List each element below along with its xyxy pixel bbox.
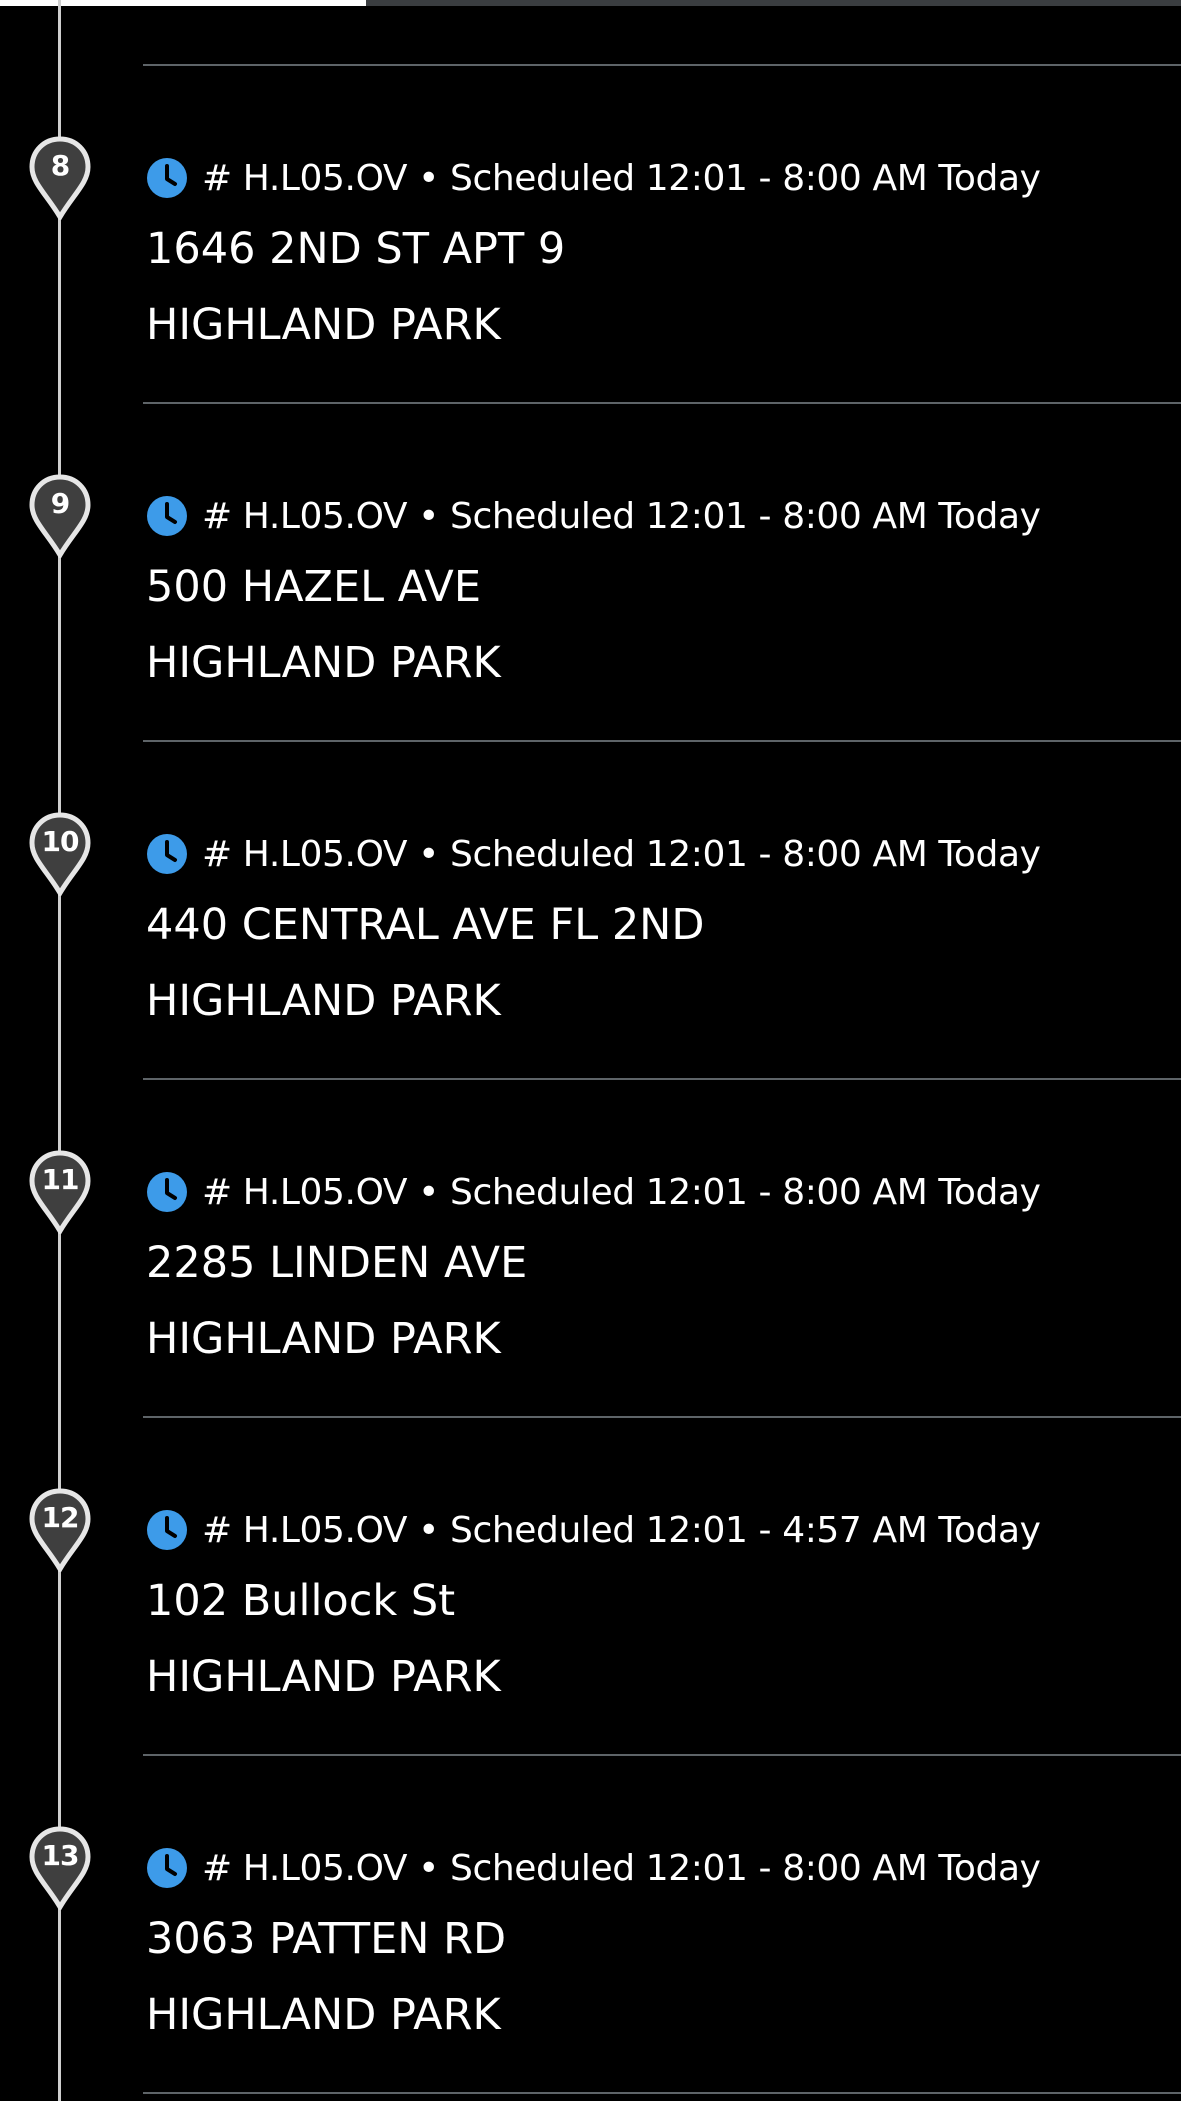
- stop-schedule-text: # H.L05.OV • Scheduled 12:01 - 8:00 AM T…: [202, 495, 1041, 537]
- list-divider: [143, 2092, 1181, 2094]
- stop-address-city: HIGHLAND PARK: [146, 1990, 501, 2040]
- stop-schedule-text: # H.L05.OV • Scheduled 12:01 - 8:00 AM T…: [202, 1847, 1041, 1889]
- stop-item[interactable]: 11 # H.L05.OV • Scheduled 12:01 - 8:00 A…: [0, 1014, 1181, 1418]
- stop-schedule-text: # H.L05.OV • Scheduled 12:01 - 8:00 AM T…: [202, 1171, 1041, 1213]
- stop-number-pin-icon: 8: [27, 136, 93, 220]
- clock-icon: [146, 1171, 188, 1213]
- stop-number: 10: [41, 825, 80, 858]
- stop-number-pin-icon: 13: [27, 1826, 93, 1910]
- clock-icon: [146, 833, 188, 875]
- clock-icon: [146, 1509, 188, 1551]
- stop-number-pin-icon: 11: [27, 1150, 93, 1234]
- stop-number-pin-icon: 9: [27, 474, 93, 558]
- stop-item[interactable]: 12 # H.L05.OV • Scheduled 12:01 - 4:57 A…: [0, 1352, 1181, 1756]
- stop-address-line1: 102 Bullock St: [146, 1576, 456, 1626]
- stop-schedule-row: # H.L05.OV • Scheduled 12:01 - 4:57 AM T…: [146, 1505, 1041, 1555]
- stop-item[interactable]: 8 # H.L05.OV • Scheduled 12:01 - 8:00 AM…: [0, 0, 1181, 404]
- stop-address-line1: 2285 LINDEN AVE: [146, 1238, 528, 1288]
- stop-number: 8: [50, 149, 70, 182]
- stop-address-line1: 3063 PATTEN RD: [146, 1914, 507, 1964]
- clock-icon: [146, 495, 188, 537]
- stop-schedule-row: # H.L05.OV • Scheduled 12:01 - 8:00 AM T…: [146, 829, 1041, 879]
- stop-address-line1: 1646 2ND ST APT 9: [146, 224, 566, 274]
- stop-number-pin-icon: 12: [27, 1488, 93, 1572]
- stop-address-line1: 500 HAZEL AVE: [146, 562, 481, 612]
- stop-item[interactable]: 9 # H.L05.OV • Scheduled 12:01 - 8:00 AM…: [0, 338, 1181, 742]
- stop-schedule-text: # H.L05.OV • Scheduled 12:01 - 8:00 AM T…: [202, 157, 1041, 199]
- stop-number: 13: [41, 1839, 80, 1872]
- stop-schedule-row: # H.L05.OV • Scheduled 12:01 - 8:00 AM T…: [146, 153, 1041, 203]
- stop-schedule-text: # H.L05.OV • Scheduled 12:01 - 4:57 AM T…: [202, 1509, 1041, 1551]
- stop-schedule-row: # H.L05.OV • Scheduled 12:01 - 8:00 AM T…: [146, 491, 1041, 541]
- stop-number: 12: [41, 1501, 80, 1534]
- stop-item[interactable]: 10 # H.L05.OV • Scheduled 12:01 - 8:00 A…: [0, 676, 1181, 1080]
- clock-icon: [146, 157, 188, 199]
- stop-address-line1: 440 CENTRAL AVE FL 2ND: [146, 900, 705, 950]
- stop-number: 11: [41, 1163, 80, 1196]
- stop-item[interactable]: 13 # H.L05.OV • Scheduled 12:01 - 8:00 A…: [0, 1690, 1181, 2094]
- stop-schedule-text: # H.L05.OV • Scheduled 12:01 - 8:00 AM T…: [202, 833, 1041, 875]
- stop-number: 9: [50, 487, 70, 520]
- clock-icon: [146, 1847, 188, 1889]
- stop-number-pin-icon: 10: [27, 812, 93, 896]
- stop-schedule-row: # H.L05.OV • Scheduled 12:01 - 8:00 AM T…: [146, 1843, 1041, 1893]
- stop-schedule-row: # H.L05.OV • Scheduled 12:01 - 8:00 AM T…: [146, 1167, 1041, 1217]
